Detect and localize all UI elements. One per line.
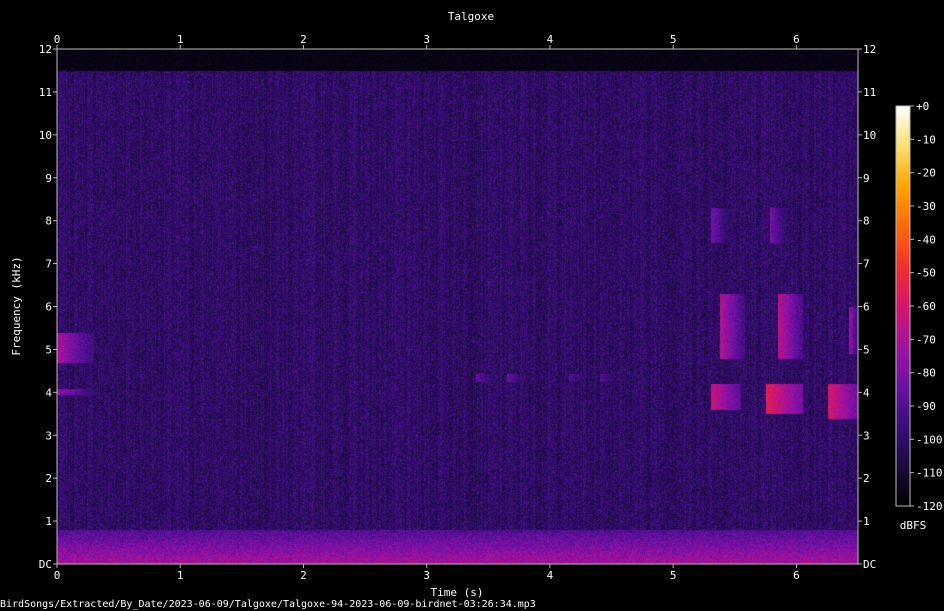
x-tick-label: 1 [177,569,184,582]
colorbar-tick-label: +0 [916,100,929,113]
spectrogram-heatmap [57,49,858,564]
x-axis-label: Time (s) [431,586,484,599]
y-tick-label-right: 9 [863,172,870,185]
y-tick-label-right: 2 [863,472,870,485]
colorbar-tick-label: -80 [916,367,936,380]
colorbar-tick-label: -100 [916,433,943,446]
x-tick-label-top: 1 [177,33,184,46]
x-tick-label: 4 [547,569,554,582]
x-tick-label: 6 [793,569,800,582]
chart-title: Talgoxe [448,10,494,23]
x-tick-label: 5 [670,569,677,582]
y-tick-label: DC [39,558,52,571]
y-tick-label-right: 6 [863,301,870,314]
y-tick-label-right: 8 [863,215,870,228]
y-tick-label-right: 11 [863,86,876,99]
x-tick-label-top: 3 [423,33,430,46]
y-tick-label-right: 10 [863,129,876,142]
colorbar-label: dBFS [900,519,927,532]
colorbar-tick-label: -70 [916,333,936,346]
x-tick-label-top: 6 [793,33,800,46]
colorbar-tick-label: -110 [916,467,943,480]
y-tick-label: 3 [45,429,52,442]
y-tick-label: 7 [45,258,52,271]
y-tick-label: 9 [45,172,52,185]
y-tick-label: 11 [39,86,52,99]
y-tick-label-right: 1 [863,515,870,528]
y-tick-label-right: 5 [863,343,870,356]
colorbar-tick-label: -120 [916,500,943,513]
y-tick-label-right: 12 [863,43,876,56]
source-filename: BirdSongs/Extracted/By_Date/2023-06-09/T… [0,599,536,610]
y-tick-label-right: 4 [863,386,870,399]
y-tick-label-right: DC [863,558,876,571]
colorbar-tick-label: -90 [916,400,936,413]
x-tick-label: 3 [423,569,430,582]
x-tick-label-top: 2 [300,33,307,46]
y-tick-label-right: 3 [863,429,870,442]
y-tick-label-right: 7 [863,258,870,271]
y-tick-label: 10 [39,129,52,142]
colorbar-tick-label: -60 [916,300,936,313]
y-tick-label: 1 [45,515,52,528]
y-axis-label: Frequency (kHz) [10,256,23,355]
y-tick-label: 8 [45,215,52,228]
colorbar-tick-label: -30 [916,200,936,213]
x-tick-label: 0 [54,569,61,582]
colorbar-gradient [895,105,911,507]
y-tick-label: 4 [45,386,52,399]
y-tick-label: 6 [45,301,52,314]
y-tick-label: 12 [39,43,52,56]
colorbar-tick-label: -20 [916,167,936,180]
colorbar-tick-label: -50 [916,267,936,280]
colorbar-tick-label: -40 [916,233,936,246]
y-tick-label: 5 [45,343,52,356]
x-tick-label-top: 4 [547,33,554,46]
spectrogram-plot [56,48,859,565]
y-tick-label: 2 [45,472,52,485]
x-tick-label: 2 [300,569,307,582]
colorbar-tick-label: -10 [916,133,936,146]
x-tick-label-top: 5 [670,33,677,46]
x-tick-label-top: 0 [54,33,61,46]
spectrogram-figure: Talgoxe 00112233445566DC DC1 12 23 34 45 56 67 7… [0,0,944,611]
